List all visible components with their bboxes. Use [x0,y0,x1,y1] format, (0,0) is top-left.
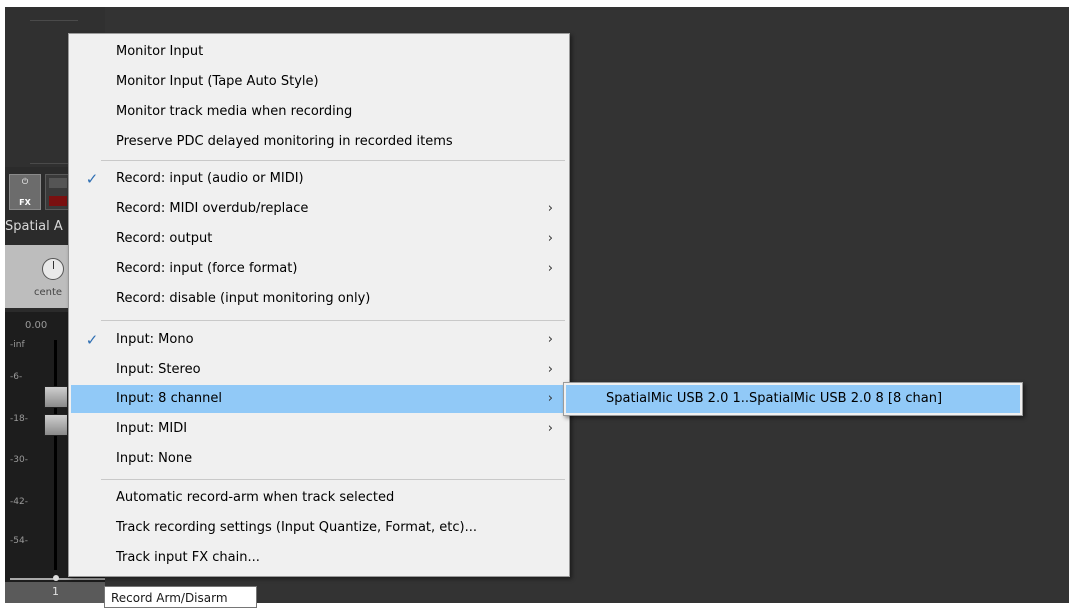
menu-separator [101,160,565,161]
volume-fader-handle[interactable] [44,414,68,436]
checkmark-icon: ✓ [85,331,99,349]
fx-label: FX [19,198,31,207]
divider [30,163,70,164]
db-scale-label: -30- [10,455,28,465]
menu-item-record-input[interactable]: ✓ Record: input (audio or MIDI) [71,165,567,193]
menu-separator [101,320,565,321]
db-scale-label: -inf [10,340,25,350]
menu-item-record-input-force-format[interactable]: Record: input (force format) › [71,255,567,283]
menu-item-input-stereo[interactable]: Input: Stereo › [71,356,567,384]
volume-fader-handle[interactable] [44,386,68,408]
track-name[interactable]: Spatial A [5,219,63,234]
db-scale-label: -18- [10,414,28,424]
menu-item-track-input-fx-chain[interactable]: Track input FX chain... [71,544,567,572]
menu-item-label: Monitor Input (Tape Auto Style) [116,74,319,89]
divider [30,20,78,21]
menu-item-input-mono[interactable]: ✓ Input: Mono › [71,326,567,354]
menu-item-preserve-pdc[interactable]: Preserve PDC delayed monitoring in recor… [71,128,567,156]
submenu-item-spatialmic-8-chan[interactable]: SpatialMic USB 2.0 1..SpatialMic USB 2.0… [566,385,1020,413]
menu-item-label: Preserve PDC delayed monitoring in recor… [116,134,453,149]
menu-item-record-output[interactable]: Record: output › [71,225,567,253]
menu-item-label: Record: MIDI overdub/replace [116,201,309,216]
monitor-indicator [49,178,67,188]
menu-item-input-midi[interactable]: Input: MIDI › [71,415,567,443]
pan-knob[interactable] [42,258,64,280]
power-icon: ⏻ [21,177,29,186]
width-slider-handle[interactable] [53,575,59,581]
menu-item-monitor-input-tape-auto[interactable]: Monitor Input (Tape Auto Style) [71,68,567,96]
submenu-arrow-icon: › [547,391,553,406]
submenu-arrow-icon: › [547,261,553,276]
menu-item-label: Record: disable (input monitoring only) [116,291,371,306]
menu-item-label: Input: MIDI [116,421,188,436]
menu-item-label: Input: Mono [116,332,194,347]
submenu-arrow-icon: › [547,201,553,216]
menu-item-label: Track input FX chain... [116,550,260,565]
menu-item-input-none[interactable]: Input: None [71,445,567,473]
menu-item-label: Monitor track media when recording [116,104,353,119]
menu-item-monitor-input[interactable]: Monitor Input [71,38,567,66]
submenu-arrow-icon: › [547,421,553,436]
menu-item-monitor-track-media[interactable]: Monitor track media when recording [71,98,567,126]
menu-item-label: Record: input (force format) [116,261,298,276]
db-scale-label: -42- [10,497,28,507]
menu-item-record-disable[interactable]: Record: disable (input monitoring only) [71,285,567,313]
fader-track [54,340,57,570]
menu-item-label: Input: 8 channel [116,391,223,406]
submenu-arrow-icon: › [547,332,553,347]
db-scale-label: -6- [10,372,23,382]
menu-item-label: Input: Stereo [116,362,201,377]
menu-item-label: Track recording settings (Input Quantize… [116,520,478,535]
menu-separator [101,479,565,480]
menu-item-label: Automatic record-arm when track selected [116,490,395,505]
submenu-arrow-icon: › [547,231,553,246]
fx-button[interactable]: ⏻ FX [9,174,41,210]
checkmark-icon: ✓ [85,170,99,188]
pan-label: cente [34,287,63,298]
input-context-menu: Monitor Input Monitor Input (Tape Auto S… [68,33,570,577]
menu-item-label: Monitor Input [116,44,204,59]
menu-item-input-8-channel[interactable]: Input: 8 channel › [71,385,567,413]
tooltip: Record Arm/Disarm [104,586,257,608]
submenu-arrow-icon: › [547,362,553,377]
menu-item-auto-record-arm[interactable]: Automatic record-arm when track selected [71,484,567,512]
submenu-item-label: SpatialMic USB 2.0 1..SpatialMic USB 2.0… [606,391,943,406]
input-8-channel-submenu: SpatialMic USB 2.0 1..SpatialMic USB 2.0… [563,382,1023,416]
menu-item-record-midi-overdub[interactable]: Record: MIDI overdub/replace › [71,195,567,223]
record-indicator [49,196,67,206]
menu-item-label: Record: input (audio or MIDI) [116,171,304,186]
menu-item-label: Record: output [116,231,213,246]
volume-readout: 0.00 [25,320,48,331]
menu-item-label: Input: None [116,451,193,466]
menu-item-track-recording-settings[interactable]: Track recording settings (Input Quantize… [71,514,567,542]
track-number: 1 [52,585,59,598]
db-scale-label: -54- [10,536,28,546]
